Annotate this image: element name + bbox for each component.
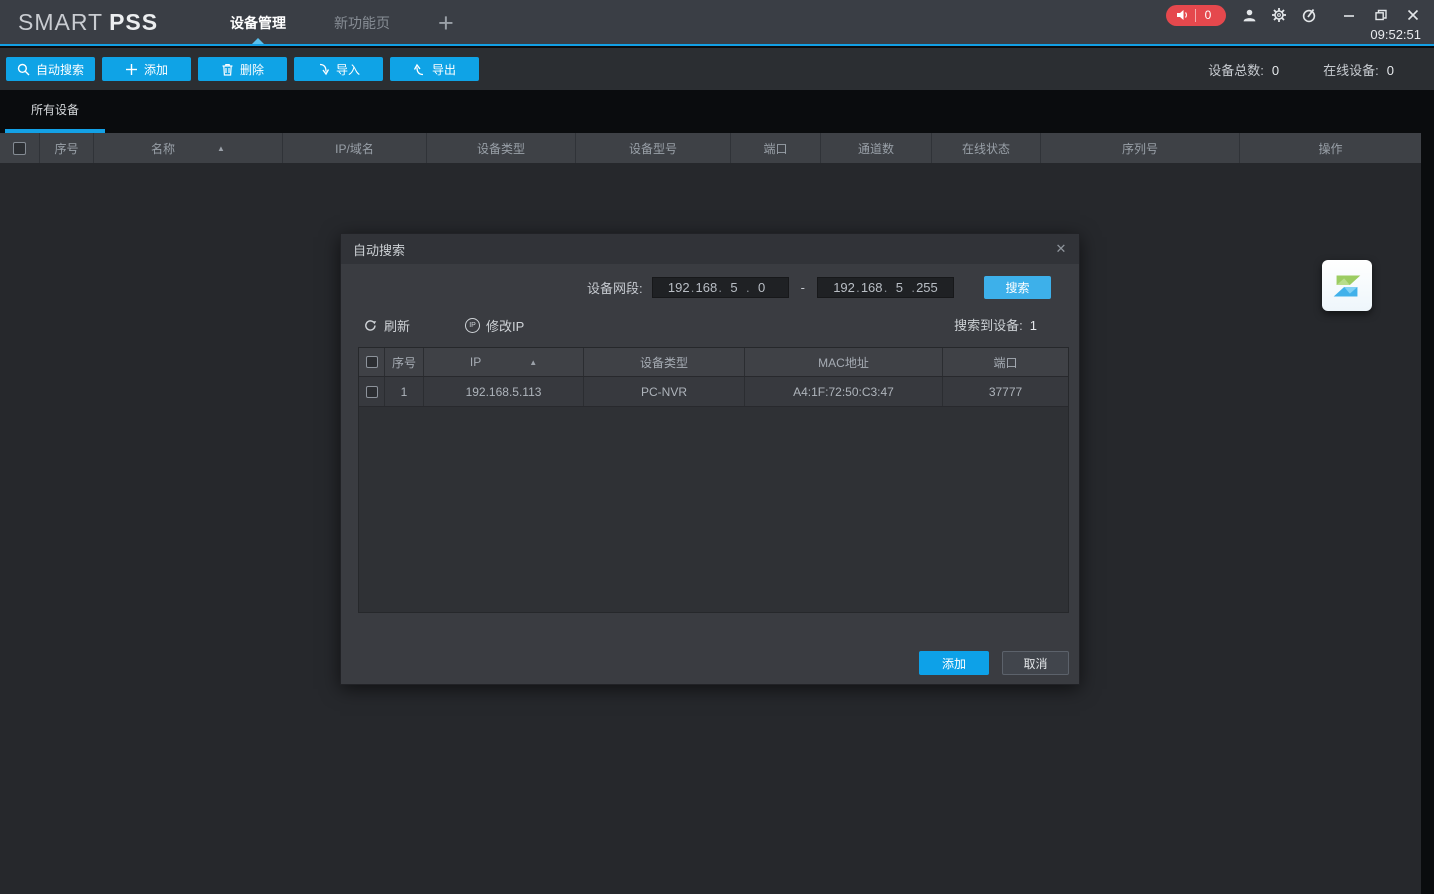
toolbar-buttons: 自动搜索 添加 删除 导入 bbox=[6, 57, 479, 81]
sort-asc-icon[interactable]: ▲ bbox=[217, 144, 225, 153]
smartpss-float-widget[interactable] bbox=[1322, 260, 1372, 311]
export-icon bbox=[413, 63, 426, 76]
device-tabbar: 所有设备 bbox=[0, 90, 1434, 133]
alarm-badge[interactable]: 0 bbox=[1166, 5, 1226, 26]
device-toolbar: 自动搜索 添加 删除 导入 bbox=[0, 48, 1434, 90]
col-port[interactable]: 端口 bbox=[731, 133, 821, 163]
alarm-count: 0 bbox=[1202, 8, 1214, 22]
sort-asc-icon[interactable]: ▲ bbox=[529, 358, 537, 367]
device-table-header: 序号 名称▲ IP/域名 设备类型 设备型号 端口 通道数 在线状态 序列号 操… bbox=[0, 133, 1421, 163]
network-segment-row: 设备网段: 192.168.5.0 - 192.168.5.255 搜索 bbox=[587, 276, 1051, 299]
smartpss-s-icon bbox=[1328, 267, 1366, 305]
row-port: 37777 bbox=[943, 377, 1068, 406]
dialog-cancel-button[interactable]: 取消 bbox=[1002, 651, 1069, 675]
col-device-type[interactable]: 设备类型 bbox=[427, 133, 576, 163]
row-type: PC-NVR bbox=[584, 377, 745, 406]
row-checkbox[interactable] bbox=[366, 386, 378, 398]
active-tab-pointer bbox=[252, 38, 264, 44]
row-mac: A4:1F:72:50:C3:47 bbox=[745, 377, 943, 406]
logo-pss: PSS bbox=[109, 9, 158, 35]
device-stats: 设备总数:0 在线设备:0 bbox=[1208, 48, 1394, 90]
segment-label: 设备网段: bbox=[587, 278, 643, 297]
dialog-tools-row: 刷新 IP 修改IP 搜索到设备:1 bbox=[363, 315, 1037, 335]
minimize-button[interactable] bbox=[1340, 6, 1358, 24]
gear-icon[interactable] bbox=[1270, 6, 1288, 24]
row-checkbox-cell[interactable] bbox=[359, 377, 385, 406]
dialog-title: 自动搜索 bbox=[353, 240, 405, 259]
add-tab-button[interactable]: + bbox=[438, 10, 454, 37]
plus-icon bbox=[125, 63, 138, 76]
performance-gauge-icon[interactable] bbox=[1300, 6, 1318, 24]
tab-new-page[interactable]: 新功能页 bbox=[334, 13, 390, 33]
results-col-port[interactable]: 端口 bbox=[943, 348, 1068, 376]
clock: 09:52:51 bbox=[1370, 27, 1421, 42]
found-devices: 搜索到设备:1 bbox=[954, 315, 1037, 334]
dialog-titlebar: 自动搜索 ✕ bbox=[341, 234, 1079, 264]
found-count: 1 bbox=[1030, 318, 1037, 333]
smartpss-window: SMARTPSS 设备管理 新功能页 + 0 bbox=[0, 0, 1434, 894]
col-channels[interactable]: 通道数 bbox=[821, 133, 932, 163]
select-all-checkbox[interactable] bbox=[13, 142, 26, 155]
results-select-all-cell[interactable] bbox=[359, 348, 385, 376]
results-col-mac[interactable]: MAC地址 bbox=[745, 348, 943, 376]
select-all-cell[interactable] bbox=[0, 133, 40, 163]
online-devices-stat: 在线设备:0 bbox=[1323, 60, 1394, 79]
tab-all-devices[interactable]: 所有设备 bbox=[5, 90, 105, 133]
dialog-close-icon[interactable]: ✕ bbox=[1053, 241, 1069, 257]
delete-device-button[interactable]: 删除 bbox=[198, 57, 287, 81]
speaker-icon bbox=[1175, 6, 1189, 24]
tab-device-manager[interactable]: 设备管理 bbox=[230, 13, 286, 33]
restore-button[interactable] bbox=[1372, 6, 1390, 24]
results-col-ip[interactable]: IP▲ bbox=[424, 348, 584, 376]
ip-range-end-input[interactable]: 192.168.5.255 bbox=[817, 277, 954, 298]
col-operation[interactable]: 操作 bbox=[1240, 133, 1421, 163]
dialog-add-button[interactable]: 添加 bbox=[919, 651, 989, 675]
results-col-type[interactable]: 设备类型 bbox=[584, 348, 745, 376]
modify-ip-button[interactable]: IP 修改IP bbox=[465, 316, 524, 335]
export-device-button[interactable]: 导出 bbox=[390, 57, 479, 81]
import-icon bbox=[317, 63, 330, 76]
user-icon[interactable] bbox=[1240, 6, 1258, 24]
add-device-button[interactable]: 添加 bbox=[102, 57, 191, 81]
col-index[interactable]: 序号 bbox=[40, 133, 94, 163]
col-device-model[interactable]: 设备型号 bbox=[576, 133, 731, 163]
col-name[interactable]: 名称▲ bbox=[94, 133, 283, 163]
col-ip-domain[interactable]: IP/域名 bbox=[283, 133, 427, 163]
app-header: SMARTPSS 设备管理 新功能页 + 0 bbox=[0, 0, 1434, 46]
logo-smart: SMART bbox=[18, 9, 103, 35]
ip-range-start-input[interactable]: 192.168.5.0 bbox=[652, 277, 789, 298]
trash-icon bbox=[221, 63, 234, 76]
refresh-icon bbox=[363, 318, 378, 333]
results-header: 序号 IP▲ 设备类型 MAC地址 端口 bbox=[359, 348, 1068, 377]
search-results-table: 序号 IP▲ 设备类型 MAC地址 端口 1 192.168.5.113 PC-… bbox=[358, 347, 1069, 613]
search-button[interactable]: 搜索 bbox=[984, 276, 1051, 299]
result-row[interactable]: 1 192.168.5.113 PC-NVR A4:1F:72:50:C3:47… bbox=[359, 377, 1068, 407]
search-icon bbox=[17, 63, 30, 76]
badge-divider bbox=[1195, 9, 1196, 22]
row-ip: 192.168.5.113 bbox=[424, 377, 584, 406]
app-logo: SMARTPSS bbox=[18, 9, 158, 36]
auto-search-button[interactable]: 自动搜索 bbox=[6, 57, 95, 81]
results-col-index[interactable]: 序号 bbox=[385, 348, 424, 376]
results-select-all-checkbox[interactable] bbox=[366, 356, 378, 368]
total-devices-stat: 设备总数:0 bbox=[1208, 60, 1279, 79]
close-button[interactable] bbox=[1404, 6, 1422, 24]
import-device-button[interactable]: 导入 bbox=[294, 57, 383, 81]
auto-search-dialog: 自动搜索 ✕ 设备网段: 192.168.5.0 - 192.168.5.255… bbox=[340, 233, 1080, 685]
modify-ip-icon: IP bbox=[465, 318, 480, 333]
row-index: 1 bbox=[385, 377, 424, 406]
range-separator: - bbox=[801, 280, 805, 295]
col-online-status[interactable]: 在线状态 bbox=[932, 133, 1041, 163]
refresh-button[interactable]: 刷新 bbox=[363, 316, 410, 335]
col-serial[interactable]: 序列号 bbox=[1041, 133, 1240, 163]
header-icons: 0 bbox=[1166, 4, 1422, 26]
